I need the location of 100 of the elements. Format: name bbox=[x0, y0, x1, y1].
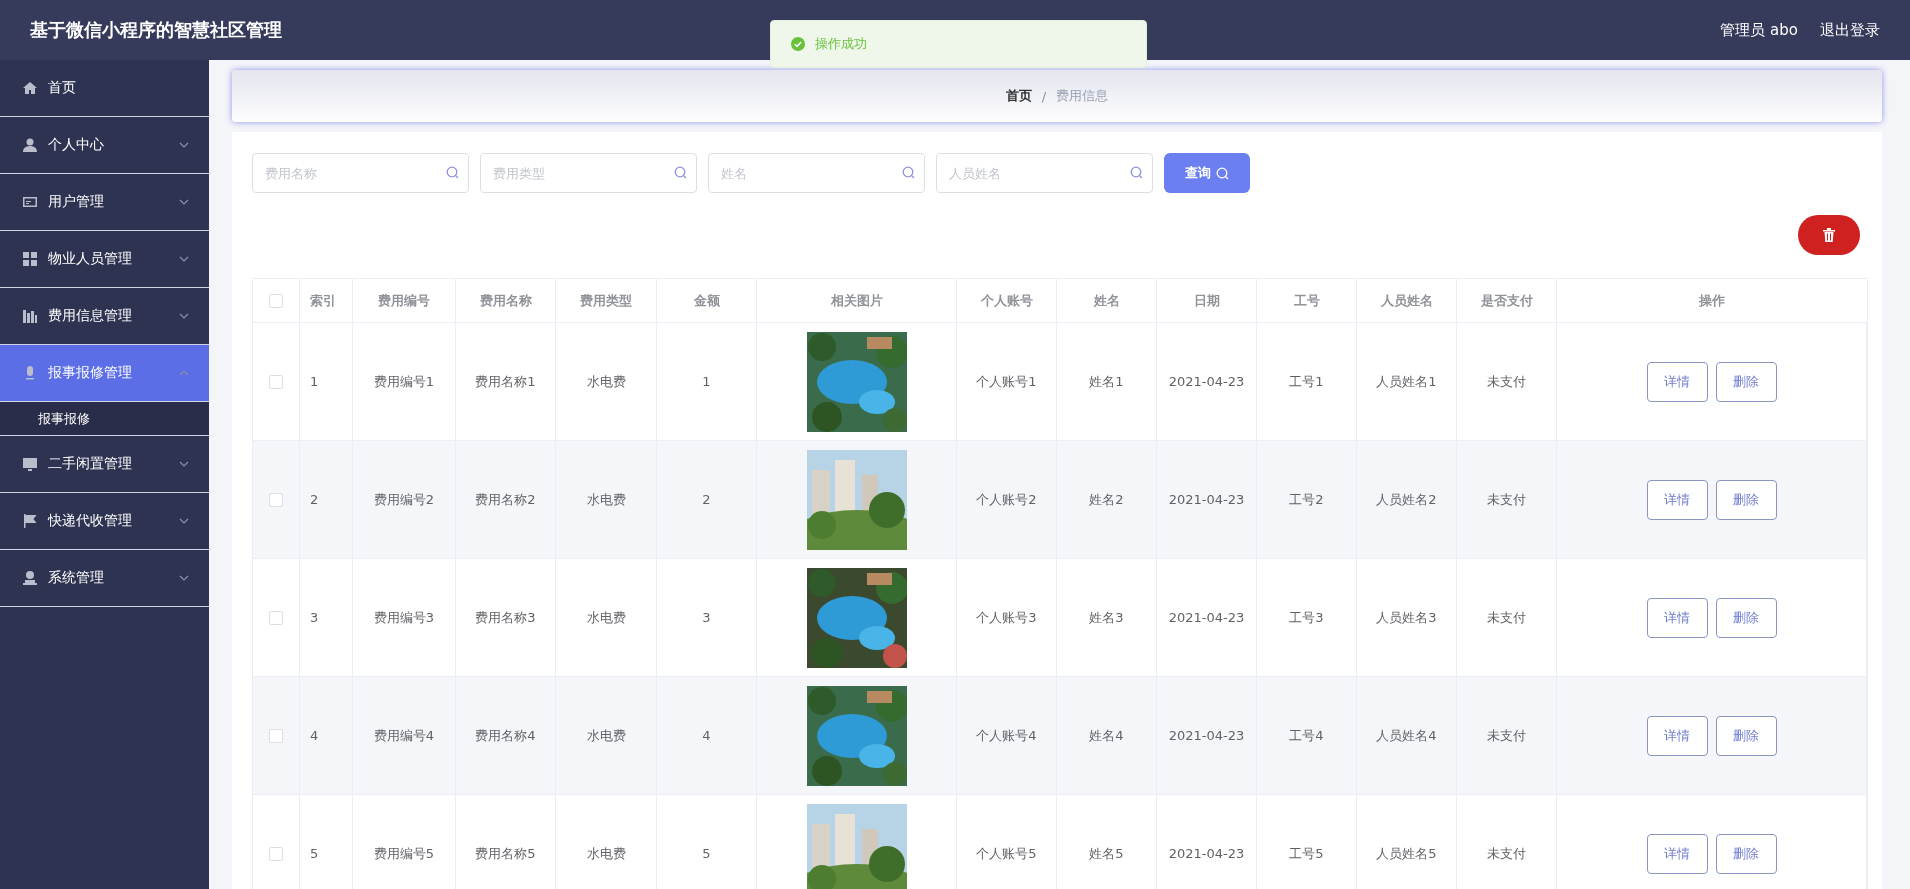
chevron-down-icon bbox=[179, 575, 189, 581]
table-cell: 姓名2 bbox=[1057, 441, 1157, 558]
table-cell: 工号4 bbox=[1257, 677, 1357, 794]
remove-button[interactable]: 删除 bbox=[1715, 479, 1777, 520]
remove-button[interactable]: 删除 bbox=[1715, 715, 1777, 756]
search-icon bbox=[1130, 166, 1143, 179]
table-cell: 费用名称5 bbox=[456, 795, 556, 889]
checkbox[interactable] bbox=[269, 728, 283, 743]
column-header: 费用编号 bbox=[353, 279, 456, 322]
search-icon bbox=[902, 166, 915, 179]
table-cell: 未支付 bbox=[1457, 559, 1557, 676]
details-button[interactable]: 详情 bbox=[1646, 597, 1708, 638]
table-cell: 费用名称1 bbox=[456, 323, 556, 440]
sidebar-subitem[interactable]: 报事报修 bbox=[0, 402, 209, 436]
table-cell: 3 bbox=[657, 559, 757, 676]
table-cell: 姓名5 bbox=[1057, 795, 1157, 889]
logout-link[interactable]: 退出登录 bbox=[1820, 20, 1880, 40]
checkbox[interactable] bbox=[269, 374, 283, 389]
id-card-icon bbox=[22, 194, 38, 210]
table-cell: 未支付 bbox=[1457, 441, 1557, 558]
table-cell: 3 bbox=[300, 559, 353, 676]
table-cell: 5 bbox=[300, 795, 353, 889]
table-cell: 工号2 bbox=[1257, 441, 1357, 558]
sidebar-item[interactable]: 物业人员管理 bbox=[0, 231, 209, 288]
table-cell: 费用编号4 bbox=[353, 677, 456, 794]
table-cell: 水电费 bbox=[556, 795, 657, 889]
sidebar-item[interactable]: 个人中心 bbox=[0, 117, 209, 174]
table-cell: 未支付 bbox=[1457, 677, 1557, 794]
user-icon bbox=[22, 137, 38, 153]
table-cell: 个人账号4 bbox=[957, 677, 1057, 794]
search-icon bbox=[674, 166, 687, 179]
table-cell: 费用名称3 bbox=[456, 559, 556, 676]
chevron-down-icon bbox=[179, 518, 189, 524]
table-cell: 工号3 bbox=[1257, 559, 1357, 676]
monitor-icon bbox=[22, 456, 38, 472]
checkbox[interactable] bbox=[269, 293, 283, 308]
table-cell: 费用编号5 bbox=[353, 795, 456, 889]
table-cell: 5 bbox=[657, 795, 757, 889]
search-field[interactable]: 费用类型 bbox=[480, 153, 697, 193]
table-cell: 费用编号1 bbox=[353, 323, 456, 440]
grid-icon bbox=[22, 251, 38, 267]
table-cell: 姓名3 bbox=[1057, 559, 1157, 676]
sidebar-item[interactable]: 二手闲置管理 bbox=[0, 436, 209, 493]
remove-button[interactable]: 删除 bbox=[1715, 833, 1777, 874]
remove-button[interactable]: 删除 bbox=[1715, 361, 1777, 402]
table-cell: 人员姓名5 bbox=[1357, 795, 1457, 889]
chart-icon bbox=[22, 308, 38, 324]
sidebar-item[interactable]: 用户管理 bbox=[0, 174, 209, 231]
checkbox[interactable] bbox=[269, 492, 283, 507]
table-cell: 人员姓名3 bbox=[1357, 559, 1457, 676]
app-title: 基于微信小程序的智慧社区管理 bbox=[30, 18, 283, 42]
user-name: 管理员 abo bbox=[1720, 20, 1798, 40]
details-button[interactable]: 详情 bbox=[1646, 715, 1708, 756]
home-icon bbox=[22, 80, 38, 96]
breadcrumb-link[interactable]: 费用信息 bbox=[1056, 87, 1109, 105]
details-button[interactable]: 详情 bbox=[1646, 361, 1708, 402]
column-header: 个人账号 bbox=[957, 279, 1057, 322]
chevron-down-icon bbox=[179, 461, 189, 467]
column-header: 工号 bbox=[1257, 279, 1357, 322]
table-cell: 个人账号3 bbox=[957, 559, 1057, 676]
sidebar-item[interactable]: 系统管理 bbox=[0, 550, 209, 607]
table-cell: 费用名称2 bbox=[456, 441, 556, 558]
search-field[interactable]: 费用名称 bbox=[252, 153, 469, 193]
sidebar-item[interactable]: 报事报修管理 bbox=[0, 345, 209, 402]
search-field[interactable]: 姓名 bbox=[708, 153, 925, 193]
table-cell: 人员姓名1 bbox=[1357, 323, 1457, 440]
breadcrumb-separator: / bbox=[1041, 88, 1047, 104]
table-cell: 费用名称4 bbox=[456, 677, 556, 794]
details-button[interactable]: 详情 bbox=[1646, 833, 1708, 874]
table-cell: 未支付 bbox=[1457, 795, 1557, 889]
table-cell: 费用编号3 bbox=[353, 559, 456, 676]
checkbox[interactable] bbox=[269, 610, 283, 625]
check-circle-icon bbox=[791, 37, 805, 51]
column-header: 金额 bbox=[657, 279, 757, 322]
sidebar-item[interactable]: 快递代收管理 bbox=[0, 493, 209, 550]
remove-button[interactable]: 删除 bbox=[1715, 597, 1777, 638]
table-cell: 人员姓名2 bbox=[1357, 441, 1457, 558]
table-cell: 2 bbox=[657, 441, 757, 558]
sidebar-item[interactable]: 首页 bbox=[0, 60, 209, 117]
checkbox[interactable] bbox=[269, 846, 283, 861]
query-button[interactable]: 查询 bbox=[1164, 153, 1250, 193]
table-cell: 2021-04-23 bbox=[1157, 441, 1257, 558]
column-header: 日期 bbox=[1157, 279, 1257, 322]
column-header: 人员姓名 bbox=[1357, 279, 1457, 322]
flag-icon bbox=[22, 513, 38, 529]
table-cell: 4 bbox=[657, 677, 757, 794]
table-cell: 2 bbox=[300, 441, 353, 558]
chevron-down-icon bbox=[179, 199, 189, 205]
chevron-down-icon bbox=[179, 256, 189, 262]
details-button[interactable]: 详情 bbox=[1646, 479, 1708, 520]
toast-message: 操作成功 bbox=[815, 35, 867, 53]
breadcrumb-link[interactable]: 首页 bbox=[1005, 87, 1032, 105]
table-cell: 工号5 bbox=[1257, 795, 1357, 889]
table-cell: 2021-04-23 bbox=[1157, 323, 1257, 440]
search-field[interactable]: 人员姓名 bbox=[936, 153, 1153, 193]
table-cell: 姓名4 bbox=[1057, 677, 1157, 794]
delete-button[interactable] bbox=[1798, 215, 1860, 255]
column-header: 姓名 bbox=[1057, 279, 1157, 322]
column-header: 索引 bbox=[300, 279, 353, 322]
column-header: 操作 bbox=[1698, 291, 1726, 310]
